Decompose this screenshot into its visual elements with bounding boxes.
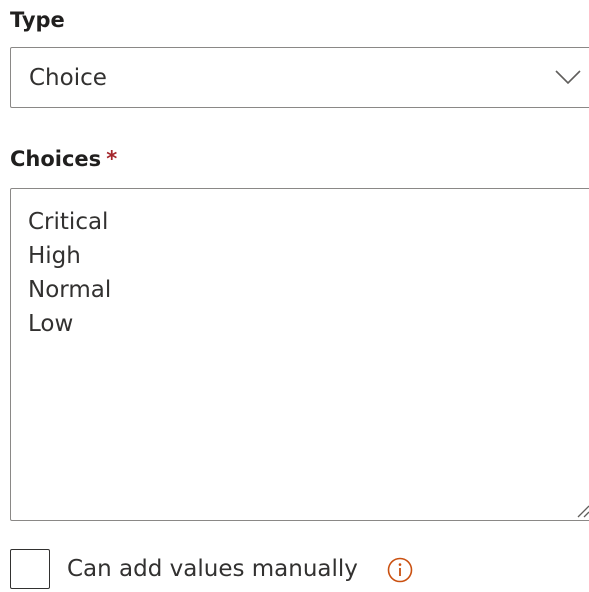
choices-textarea[interactable]: Critical High Normal Low [10, 188, 589, 521]
required-indicator: * [106, 147, 118, 171]
manual-values-checkbox[interactable] [10, 549, 50, 589]
choice-line-low: Low [28, 311, 74, 337]
choice-line-high: High [28, 243, 81, 269]
choices-label: Choices * [10, 145, 117, 173]
type-label: Type [10, 8, 65, 32]
choices-list: Critical High Normal Low [28, 205, 111, 341]
choices-label-text: Choices [10, 147, 102, 171]
chevron-down-icon[interactable] [555, 68, 581, 86]
choice-line-normal: Normal [28, 277, 112, 303]
info-icon[interactable] [387, 557, 413, 583]
manual-values-label: Can add values manually [67, 556, 358, 582]
type-dropdown-value: Choice [29, 65, 107, 91]
type-dropdown[interactable]: Choice [10, 47, 589, 108]
choice-line-critical: Critical [28, 209, 109, 235]
column-settings-panel: Type Choice Choices * Critical High Norma… [0, 0, 589, 592]
resize-handle-icon[interactable] [576, 504, 589, 518]
